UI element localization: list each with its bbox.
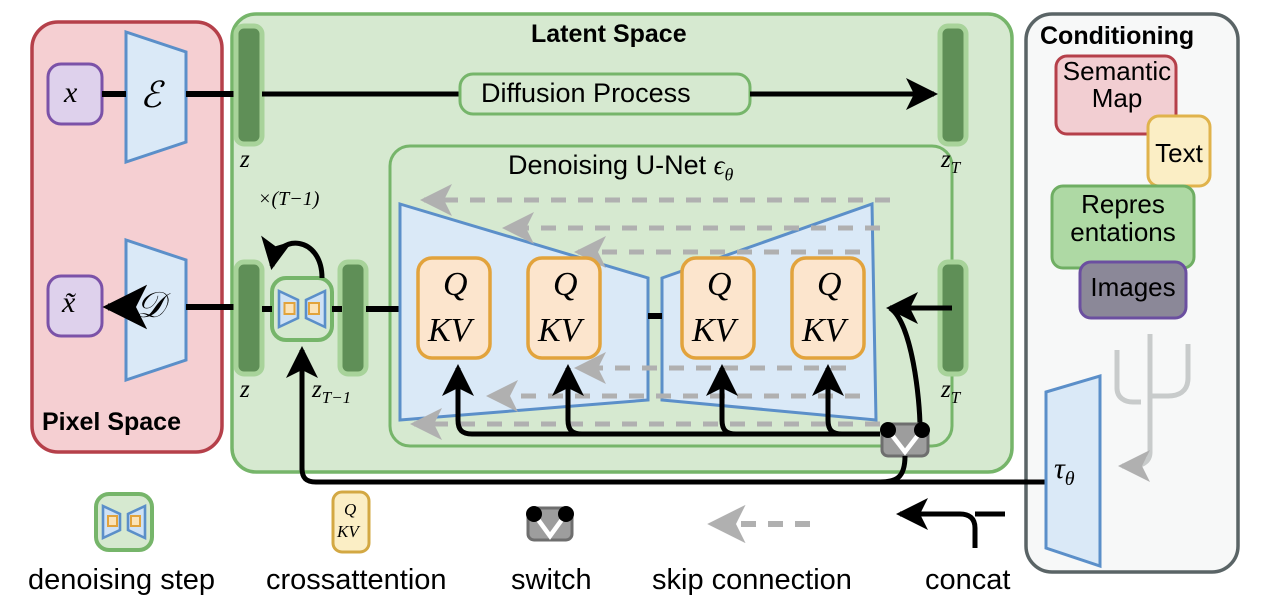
- diffusion-process-label: Diffusion Process: [481, 78, 691, 108]
- attention-block-1-kv: KV: [428, 312, 472, 349]
- switch-terminal-right: [914, 422, 930, 438]
- legend-label-switch: switch: [511, 564, 592, 596]
- legend-label-skip-connection: skip connection: [652, 564, 852, 596]
- switch-terminal-left: [880, 422, 896, 438]
- attention-block-2-q: Q: [553, 266, 578, 303]
- legend-label-crossattention: crossattention: [266, 564, 447, 596]
- attention-block-4-q: Q: [817, 266, 842, 303]
- latent-bar-zTm1: [337, 259, 369, 377]
- latent-z-top-label: z: [240, 146, 250, 173]
- legend-concat-path: [895, 498, 978, 548]
- legend-denoising-step-icon: [94, 492, 154, 552]
- conditioning-item-representations-label: Repres entations: [1070, 189, 1176, 248]
- conditioning-title: Conditioning: [1040, 22, 1195, 50]
- latent-bar-zT-bottom: [937, 259, 969, 377]
- decoder-label: 𝒟: [136, 285, 165, 325]
- attention-block-3-kv: KV: [692, 312, 736, 349]
- legend-switch-terminal-right: [558, 506, 574, 522]
- latent-zT-bottom-label: zT: [941, 376, 961, 407]
- attention-block-1-q: Q: [443, 266, 468, 303]
- latent-z-bottom-label: z: [240, 376, 250, 403]
- diagram-canvas: Pixel Space Latent Space Conditioning x …: [0, 0, 1266, 616]
- conditioning-item-semantic-map-label: Semantic Map: [1062, 56, 1172, 114]
- attention-block-3-q: Q: [707, 266, 732, 303]
- encoder-label: ℰ: [140, 75, 162, 115]
- tau-theta-label: τθ: [1054, 452, 1075, 490]
- input-x-label: x: [64, 76, 78, 109]
- output-xtilde-label: x̃: [62, 286, 76, 319]
- latent-bar-z-bottom: [233, 259, 265, 377]
- unet-title: Denoising U-Net ϵθ: [508, 150, 734, 185]
- conditioning-item-images-label: Images: [1090, 272, 1176, 302]
- conditioning-item-text-label: Text: [1155, 138, 1203, 168]
- denoising-step-node[interactable]: [270, 276, 334, 342]
- attention-block-2-kv: KV: [538, 312, 582, 349]
- legend-denoising-right-dot: [130, 515, 141, 527]
- legend-denoising-left-dot: [107, 515, 118, 527]
- legend-concat-icon: [895, 498, 1005, 548]
- latent-zTm1-label: zT−1: [312, 376, 352, 407]
- denoising-step-right-attention-dot: [308, 302, 320, 315]
- latent-bar-zT-top: [937, 23, 969, 147]
- legend-label-denoising-step: denoising step: [28, 564, 216, 596]
- latent-zT-top-label: zT: [941, 146, 961, 177]
- legend-switch-terminal-left: [526, 506, 542, 522]
- legend-switch-icon: [526, 506, 574, 542]
- attention-block-4-kv: KV: [802, 312, 846, 349]
- latent-space-title: Latent Space: [531, 20, 687, 48]
- legend-label-concat: concat: [925, 564, 1011, 596]
- denoising-step-left-attention-dot: [283, 302, 296, 315]
- switch-node[interactable]: [880, 422, 930, 458]
- legend-crossattention-q: Q: [344, 500, 357, 519]
- legend-crossattention-kv: KV: [337, 522, 359, 541]
- pixel-space-title: Pixel Space: [42, 408, 181, 436]
- loop-count-label: ×(T−1): [258, 188, 320, 210]
- latent-bar-z-top: [233, 23, 265, 147]
